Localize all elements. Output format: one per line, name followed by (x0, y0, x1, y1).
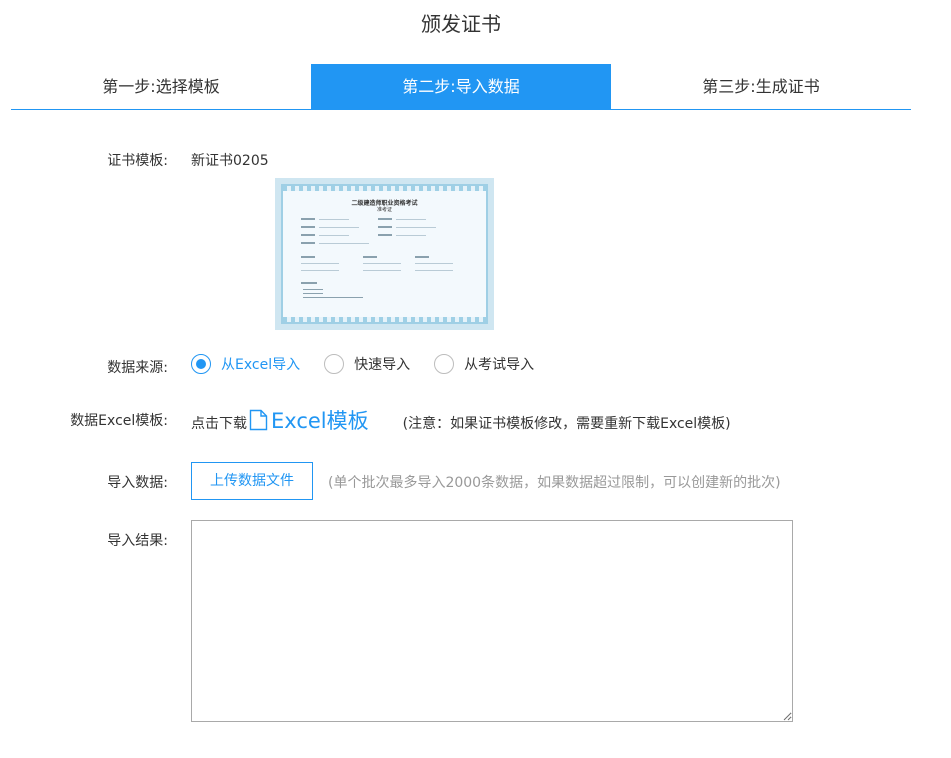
step-tab-generate-certificate[interactable]: 第三步:生成证书 (611, 64, 911, 109)
radio-unchecked-icon[interactable] (434, 354, 455, 374)
radio-excel-import-label[interactable]: 从Excel导入 (221, 354, 300, 374)
thumbnail-subtitle: 准考证 (376, 207, 392, 213)
radio-quick-import-label[interactable]: 快速导入 (354, 354, 410, 374)
radio-checked-icon[interactable] (191, 354, 211, 374)
certificate-thumbnail: 二级建造师职业资格考试 准考证 (275, 178, 494, 330)
download-note: (注意：如果证书模板修改，需要重新下载Excel模板) (402, 416, 731, 432)
template-name: 新证书0205 (191, 153, 269, 169)
upload-hint: (单个批次最多导入2000条数据，如果数据超过限制，可以创建新的批次) (328, 475, 781, 491)
step-tab-import-data[interactable]: 第二步:导入数据 (311, 64, 611, 109)
import-data-label: 导入数据: (107, 475, 168, 491)
resize-grip-icon[interactable] (783, 712, 792, 721)
data-source-label: 数据来源: (107, 360, 168, 376)
template-label: 证书模板: (107, 153, 168, 169)
page-title: 颁发证书 (421, 12, 501, 36)
import-result-textarea[interactable] (191, 520, 793, 722)
radio-exam-import-label[interactable]: 从考试导入 (464, 354, 534, 374)
download-excel-template-link[interactable]: Excel模板 (249, 405, 369, 435)
step-tabs: 第一步:选择模板 第二步:导入数据 第三步:生成证书 (11, 64, 911, 110)
data-source-radio-group: 从Excel导入 快速导入 从考试导入 (191, 354, 558, 374)
radio-unchecked-icon[interactable] (324, 354, 345, 374)
import-result-label: 导入结果: (107, 533, 168, 549)
download-prefix: 点击下载 (191, 416, 247, 432)
radio-quick-import[interactable]: 快速导入 (324, 354, 410, 374)
radio-excel-import[interactable]: 从Excel导入 (191, 354, 300, 374)
file-icon[interactable] (249, 409, 268, 431)
excel-template-row: 点击下载 Excel模板 (注意：如果证书模板修改，需要重新下载Excel模板) (191, 405, 731, 435)
radio-exam-import[interactable]: 从考试导入 (434, 354, 534, 374)
excel-template-label: 数据Excel模板: (70, 413, 168, 429)
step-tab-select-template[interactable]: 第一步:选择模板 (11, 64, 311, 109)
download-link-text[interactable]: Excel模板 (271, 405, 369, 435)
upload-data-file-button[interactable]: 上传数据文件 (191, 462, 313, 500)
